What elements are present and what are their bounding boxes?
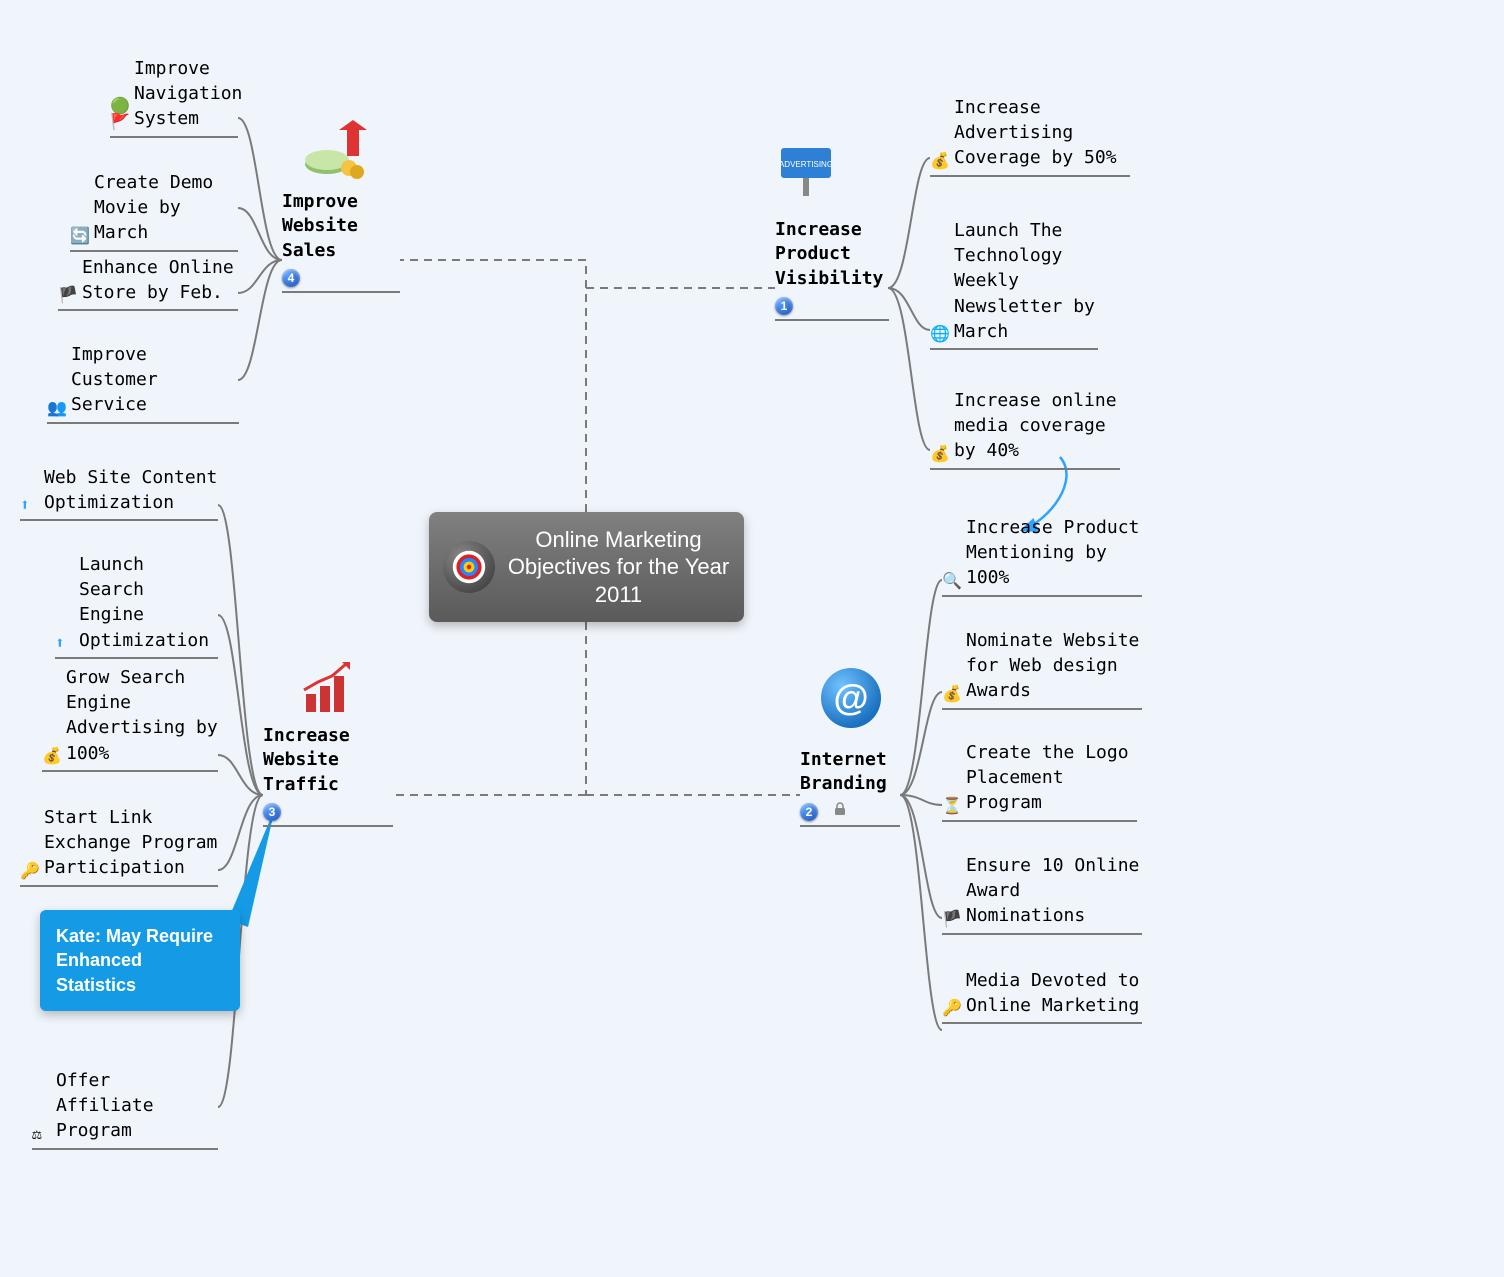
leaf-search-advertising[interactable]: 💰 Grow Search Engine Advertising by 100% xyxy=(42,665,218,772)
flag-black-icon: 🏴 xyxy=(58,287,78,305)
branch-label: Improve Website Sales xyxy=(282,190,400,263)
priority-badge-4: 4 xyxy=(282,269,300,287)
scale-icon: ⚖ xyxy=(32,1126,52,1144)
svg-text:ADVERTISING: ADVERTISING xyxy=(779,160,833,169)
chart-up-icon xyxy=(298,658,368,718)
priority-badge-3: 3 xyxy=(263,803,281,821)
leaf-demo-movie[interactable]: 🔄 Create Demo Movie by March xyxy=(70,170,238,252)
hourglass-icon: ⏳ xyxy=(942,798,962,816)
svg-text:@: @ xyxy=(833,677,868,718)
leaf-media-coverage[interactable]: 💰 Increase online media coverage by 40% xyxy=(930,388,1120,470)
leaf-improve-navigation[interactable]: 🟢🚩 Improve Navigation System xyxy=(110,56,238,138)
branch-label: Increase Website Traffic xyxy=(263,724,393,797)
people-icon: 👥 xyxy=(47,400,67,418)
leaf-logo-placement[interactable]: ⏳ Create the Logo Placement Program xyxy=(942,740,1137,822)
leaf-web-design-awards[interactable]: 💰 Nominate Website for Web design Awards xyxy=(942,628,1142,710)
leaf-newsletter[interactable]: 🌐 Launch The Technology Weekly Newslette… xyxy=(930,218,1098,350)
leaf-advertising-coverage[interactable]: 💰 Increase Advertising Coverage by 50% xyxy=(930,95,1130,177)
globe-refresh-icon: 🔄 xyxy=(70,228,90,246)
central-topic-title: Online Marketing Objectives for the Year… xyxy=(507,526,730,609)
priority-badge-1: 1 xyxy=(775,297,793,315)
target-icon xyxy=(443,541,495,593)
lock-icon xyxy=(833,799,847,813)
leaf-seo[interactable]: ⬆ Launch Search Engine Optimization xyxy=(55,552,218,659)
leaf-media-devoted[interactable]: 🔑 Media Devoted to Online Marketing xyxy=(942,968,1142,1024)
flag-green-icon: 🟢🚩 xyxy=(110,98,130,132)
leaf-link-exchange[interactable]: 🔑 Start Link Exchange Program Participat… xyxy=(20,805,218,887)
coin-dollar-icon: 💰 xyxy=(930,153,950,171)
branch-internet-branding[interactable]: Internet Branding 2 xyxy=(800,748,900,827)
priority-badge-2: 2 xyxy=(800,803,818,821)
leaf-product-mentioning[interactable]: 🔍 Increase Product Mentioning by 100% xyxy=(942,515,1142,597)
arrow-up-blue-icon: ⬆ xyxy=(55,635,75,653)
leaf-affiliate-program[interactable]: ⚖ Offer Affiliate Program xyxy=(32,1068,218,1150)
coin-dollar-icon: 💰 xyxy=(42,748,62,766)
flag-black-icon: 🏴 xyxy=(942,911,962,929)
leaf-content-optimization[interactable]: ⬆ Web Site Content Optimization xyxy=(20,465,218,521)
leaf-customer-service[interactable]: 👥 Improve Customer Service xyxy=(47,342,239,424)
branch-label: Internet Branding xyxy=(800,748,900,797)
branch-improve-website-sales[interactable]: Improve Website Sales 4 xyxy=(282,190,400,293)
magnifier-icon: 🔍 xyxy=(942,573,962,591)
at-sign-sphere-icon: @ xyxy=(818,665,884,731)
note-author: Kate: xyxy=(56,926,106,946)
branch-increase-website-traffic[interactable]: Increase Website Traffic 3 xyxy=(263,724,393,827)
coin-dollar-icon: 💰 xyxy=(942,686,962,704)
leaf-enhance-store[interactable]: 🏴 Enhance Online Store by Feb. xyxy=(58,255,238,311)
leaf-award-nominations[interactable]: 🏴 Ensure 10 Online Award Nominations xyxy=(942,853,1142,935)
branch-label: Increase Product Visibility xyxy=(775,218,889,291)
money-arrow-icon xyxy=(303,120,373,180)
central-topic[interactable]: Online Marketing Objectives for the Year… xyxy=(429,512,744,622)
globe-icon: 🌐 xyxy=(930,326,950,344)
note-callout[interactable]: Kate: May Require Enhanced Statistics xyxy=(40,910,240,1011)
arrow-up-blue-icon: ⬆ xyxy=(20,497,40,515)
advertising-sign-icon: ADVERTISING xyxy=(775,140,845,200)
key-icon: 🔑 xyxy=(942,1000,962,1018)
mindmap-canvas: Online Marketing Objectives for the Year… xyxy=(0,0,1186,1246)
coin-dollar-icon: 💰 xyxy=(930,446,950,464)
branch-increase-product-visibility[interactable]: Increase Product Visibility 1 xyxy=(775,218,889,321)
key-icon: 🔑 xyxy=(20,863,40,881)
